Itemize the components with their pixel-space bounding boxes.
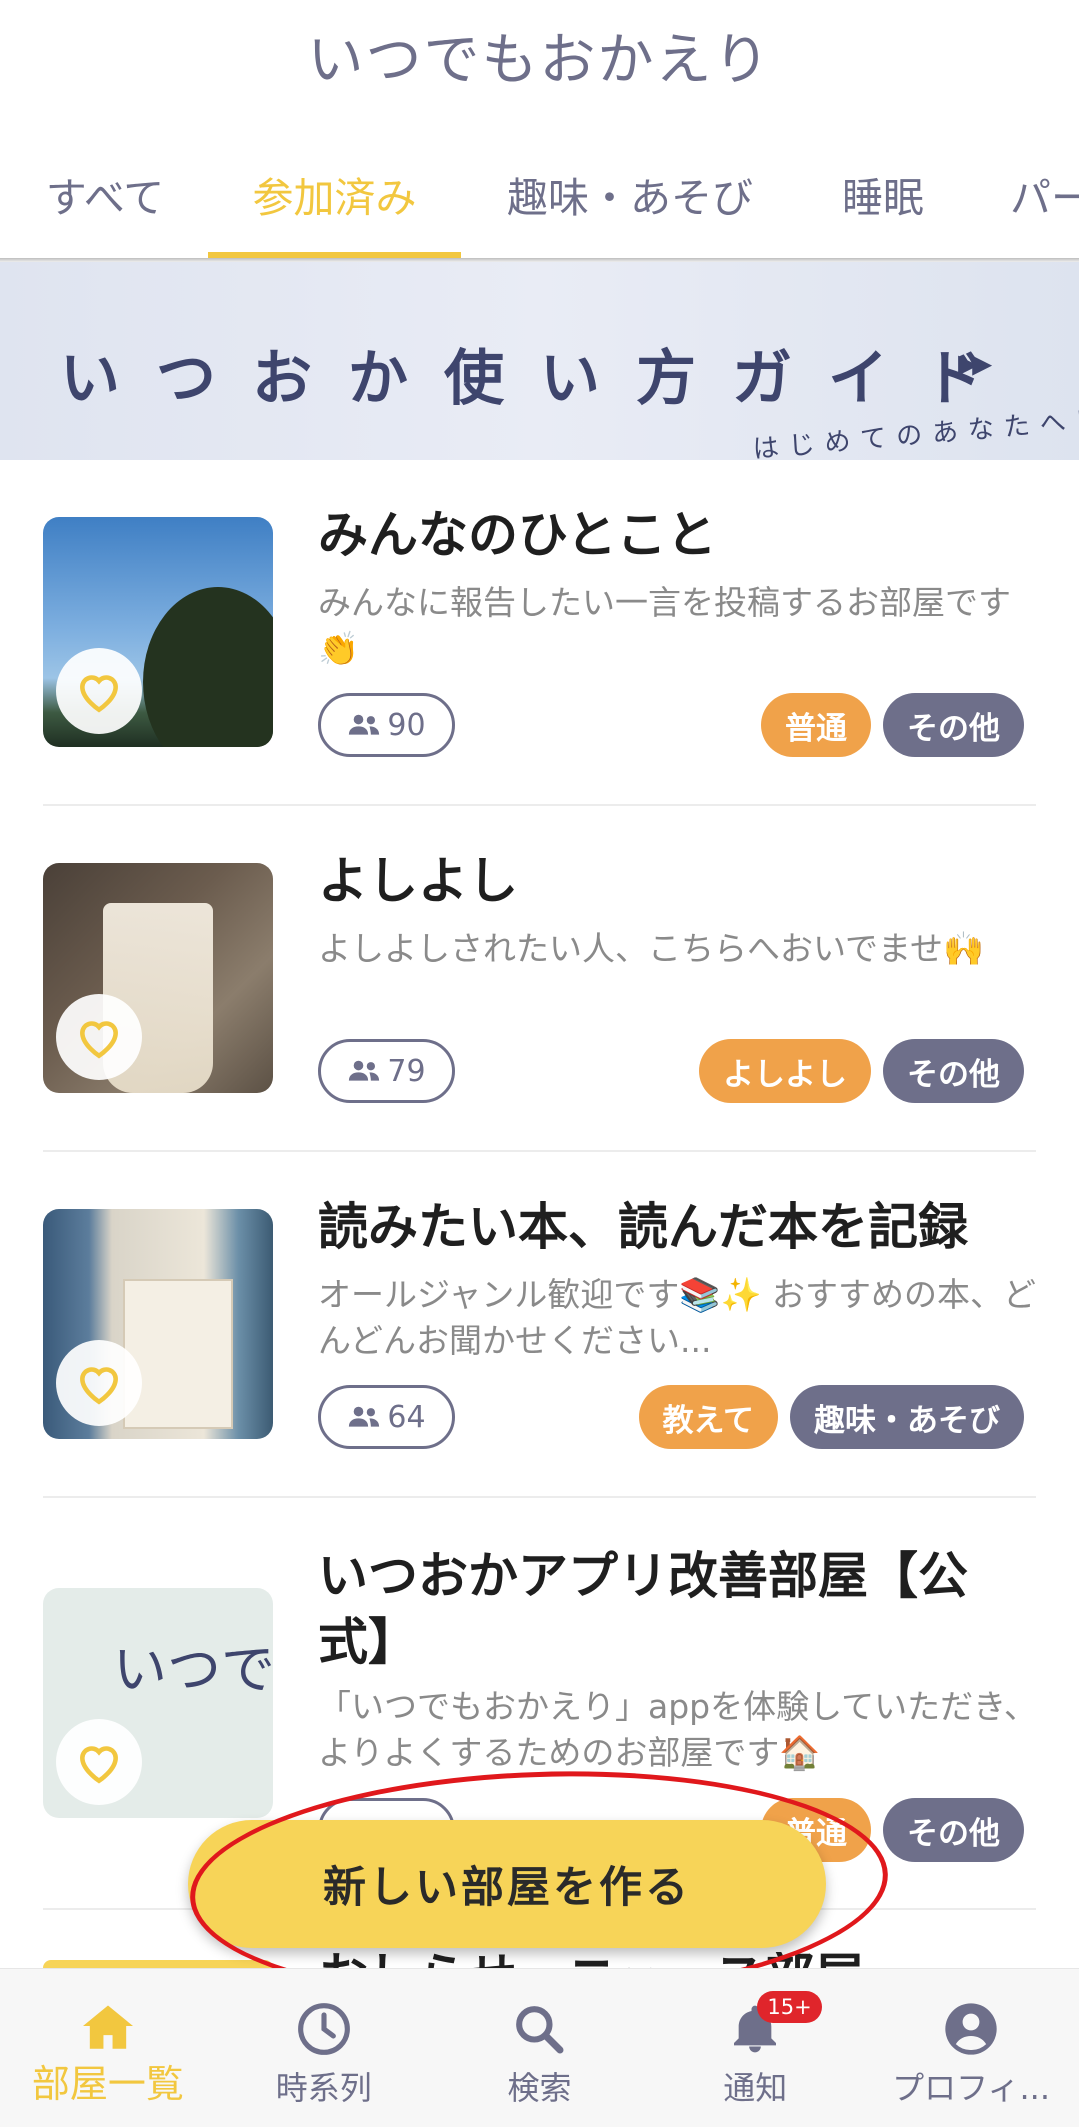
heart-icon[interactable]: [56, 1340, 142, 1426]
room-thumbnail: [43, 1209, 273, 1439]
notification-badge: 15+: [757, 1991, 822, 2023]
banner-title: いつおか使い方ガイド: [60, 344, 1020, 414]
room-tags: 普通 その他: [761, 693, 1024, 757]
room-tags: よしよし その他: [699, 1039, 1024, 1103]
nav-label: 部屋一覧: [31, 2062, 184, 2106]
nav-profile[interactable]: プロフィ...: [863, 1969, 1079, 2127]
thumbnail-logo-text: いつでも おかえり: [113, 1638, 273, 1701]
tag-badge[interactable]: 教えて: [638, 1385, 778, 1449]
room-name: 読みたい本、読んだ本を記録: [318, 1198, 968, 1256]
tree-shape: [143, 587, 273, 747]
category-tabs: すべて 参加済み 趣味・あそび 睡眠 パー: [0, 130, 1079, 258]
member-count: 79: [318, 1039, 455, 1103]
create-room-button-wrap: 新しい部屋を作る: [188, 1820, 826, 1948]
nav-timeline[interactable]: 時系列: [216, 1969, 432, 2127]
room-item[interactable]: みんなのひとこと みんなに報告したい一言を投稿するお部屋です👏 90 普通 その…: [0, 460, 1079, 806]
nav-notifications[interactable]: 15+ 通知: [647, 1969, 863, 2127]
room-thumbnail: [43, 863, 273, 1093]
room-name-partial: おしらせ・ニュース部屋【公式】: [318, 1952, 958, 1968]
room-name: みんなのひとこと: [318, 506, 717, 564]
create-room-button[interactable]: 新しい部屋を作る: [188, 1820, 826, 1948]
app-title: いつでもおかえり: [307, 27, 772, 93]
room-item[interactable]: 読みたい本、読んだ本を記録 オールジャンル歓迎です📚✨ おすすめの本、どんどんお…: [0, 1152, 1079, 1498]
nav-label: 検索: [507, 2069, 572, 2107]
search-icon: [516, 2006, 564, 2054]
room-description: みんなに報告したい一言を投稿するお部屋です👏: [318, 583, 1011, 668]
tag-badge[interactable]: 趣味・あそび: [790, 1385, 1024, 1449]
nav-label: 通知: [723, 2069, 788, 2107]
heart-icon[interactable]: [56, 1719, 142, 1805]
heart-icon[interactable]: [56, 648, 142, 734]
account-icon: [945, 2003, 997, 2055]
room-item[interactable]: よしよし よしよしされたい人、こちらへおいでませ🙌 79 よしよし その他: [0, 806, 1079, 1152]
tab-hobby[interactable]: 趣味・あそび: [490, 130, 770, 258]
nav-label: 時系列: [275, 2069, 372, 2107]
tag-badge[interactable]: その他: [883, 1039, 1024, 1103]
people-icon: [349, 1060, 380, 1081]
nav-rooms[interactable]: 部屋一覧: [0, 1969, 216, 2127]
home-icon: [82, 2005, 133, 2049]
room-tags: 教えて 趣味・あそび: [638, 1385, 1024, 1449]
nav-search[interactable]: 検索: [432, 1969, 648, 2127]
tab-party[interactable]: パー: [1010, 130, 1079, 258]
room-description: 「いつでもおかえり」appを体験していただき、よりよくするためのお部屋です🏠: [318, 1687, 1037, 1772]
tag-badge[interactable]: 普通: [761, 693, 871, 757]
banner-arrow-icon: ▸▸: [958, 340, 992, 386]
room-thumbnail: いつでも おかえり: [43, 1588, 273, 1818]
heart-icon[interactable]: [56, 994, 142, 1080]
room-description: オールジャンル歓迎です📚✨ おすすめの本、どんどんお聞かせください...: [318, 1275, 1037, 1360]
tag-badge[interactable]: よしよし: [699, 1039, 871, 1103]
room-description: よしよしされたい人、こちらへおいでませ🙌: [318, 929, 985, 968]
tab-all[interactable]: すべて: [30, 130, 180, 258]
book-shape: [123, 1279, 233, 1429]
tab-sleep[interactable]: 睡眠: [818, 130, 948, 258]
bottom-navigation: 部屋一覧 時系列 検索 15+ 通知 プロフィ...: [0, 1968, 1079, 2127]
member-count-value: 79: [387, 1053, 426, 1089]
people-icon: [349, 1406, 380, 1427]
clock-icon: [297, 2003, 350, 2055]
room-name: いつおかアプリ改善部屋【公式】: [318, 1547, 968, 1671]
member-count: 90: [318, 693, 455, 757]
guide-banner[interactable]: いつおか使い方ガイド ▸▸ はじめてのあなたへ!: [0, 262, 1079, 460]
room-name: よしよし: [318, 852, 518, 910]
nav-label: プロフィ...: [892, 2069, 1051, 2107]
member-count-value: 64: [387, 1399, 426, 1435]
tag-badge[interactable]: その他: [883, 693, 1024, 757]
tag-badge[interactable]: その他: [883, 1798, 1024, 1862]
people-icon: [349, 714, 380, 735]
member-count: 64: [318, 1385, 455, 1449]
tab-joined[interactable]: 参加済み: [208, 130, 461, 258]
room-thumbnail: [43, 517, 273, 747]
member-count-value: 90: [387, 707, 426, 743]
